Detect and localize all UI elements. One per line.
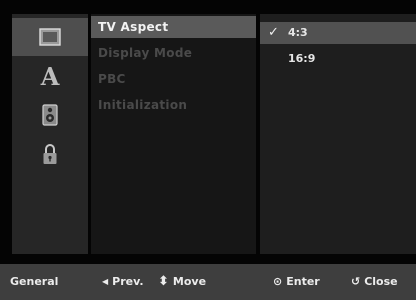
settings-menu: TV Aspect Display Mode PBC Initializatio… <box>91 14 256 254</box>
category-audio[interactable] <box>12 96 88 134</box>
prev-hint: ◀ Prev. <box>102 264 144 300</box>
option-4-3[interactable]: ✓ 4:3 <box>260 22 416 44</box>
up-down-arrow-icon: ⬍ <box>158 274 169 289</box>
options-panel: ✓ 4:3 16:9 <box>260 14 416 254</box>
section-text: General <box>10 275 59 288</box>
help-bar: General ◀ Prev. ⬍ Move ⊙ Enter ↺ Close <box>0 264 416 300</box>
return-icon: ↺ <box>351 275 361 288</box>
audio-speaker-icon <box>42 104 58 126</box>
close-hint-label: Close <box>364 275 398 288</box>
enter-hint: ⊙ Enter <box>273 264 320 300</box>
close-hint: ↺ Close <box>351 264 398 300</box>
prev-hint-label: Prev. <box>112 275 144 288</box>
option-label: 4:3 <box>288 26 308 39</box>
general-icon <box>39 28 61 46</box>
enter-icon: ⊙ <box>273 275 283 288</box>
category-lock[interactable] <box>12 135 88 173</box>
lock-icon <box>43 144 57 164</box>
menu-item-tv-aspect[interactable]: TV Aspect <box>91 16 256 38</box>
menu-item-initialization[interactable]: Initialization <box>91 94 256 116</box>
category-general[interactable] <box>12 18 88 56</box>
menu-item-pbc[interactable]: PBC <box>91 68 256 90</box>
category-icon-column: A <box>12 14 88 254</box>
move-hint-label: Move <box>172 275 207 288</box>
move-hint: ⬍ Move <box>158 264 206 300</box>
checkmark-icon: ✓ <box>268 25 279 40</box>
language-icon: A <box>40 61 60 91</box>
setup-menu-screen: A TV Aspect Display Mode PBC Initializat… <box>0 0 416 300</box>
current-section-label: General <box>10 264 58 300</box>
enter-hint-label: Enter <box>286 275 320 288</box>
option-label: 16:9 <box>288 52 316 65</box>
menu-item-display-mode[interactable]: Display Mode <box>91 42 256 64</box>
option-16-9[interactable]: 16:9 <box>260 48 416 70</box>
prev-arrow-icon: ◀ <box>102 277 109 286</box>
category-language[interactable]: A <box>12 57 88 95</box>
